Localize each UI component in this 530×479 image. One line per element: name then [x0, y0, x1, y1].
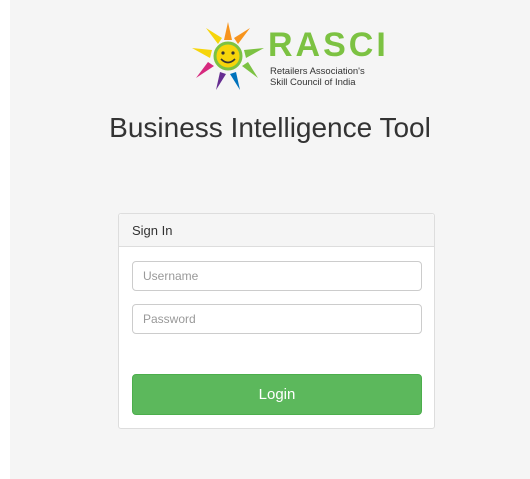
login-button[interactable]: Login	[132, 374, 422, 415]
sign-in-heading: Sign In	[119, 214, 434, 247]
brand-subtitle-line2: Skill Council of India	[270, 77, 356, 88]
password-input[interactable]	[132, 304, 422, 334]
sign-in-panel: Sign In Login	[118, 213, 435, 429]
page-title: Business Intelligence Tool	[109, 112, 431, 143]
login-page: RASCI Retailers Association's Skill Coun…	[10, 0, 530, 479]
brand-name: RASCI	[268, 26, 389, 64]
rasci-logo-icon	[192, 22, 264, 90]
rasci-logo: RASCI Retailers Association's Skill Coun…	[188, 14, 388, 96]
brand-subtitle-line1: Retailers Association's	[270, 66, 365, 77]
brand-subtitle: Retailers Association's Skill Council of…	[270, 66, 390, 88]
username-input[interactable]	[132, 261, 422, 291]
